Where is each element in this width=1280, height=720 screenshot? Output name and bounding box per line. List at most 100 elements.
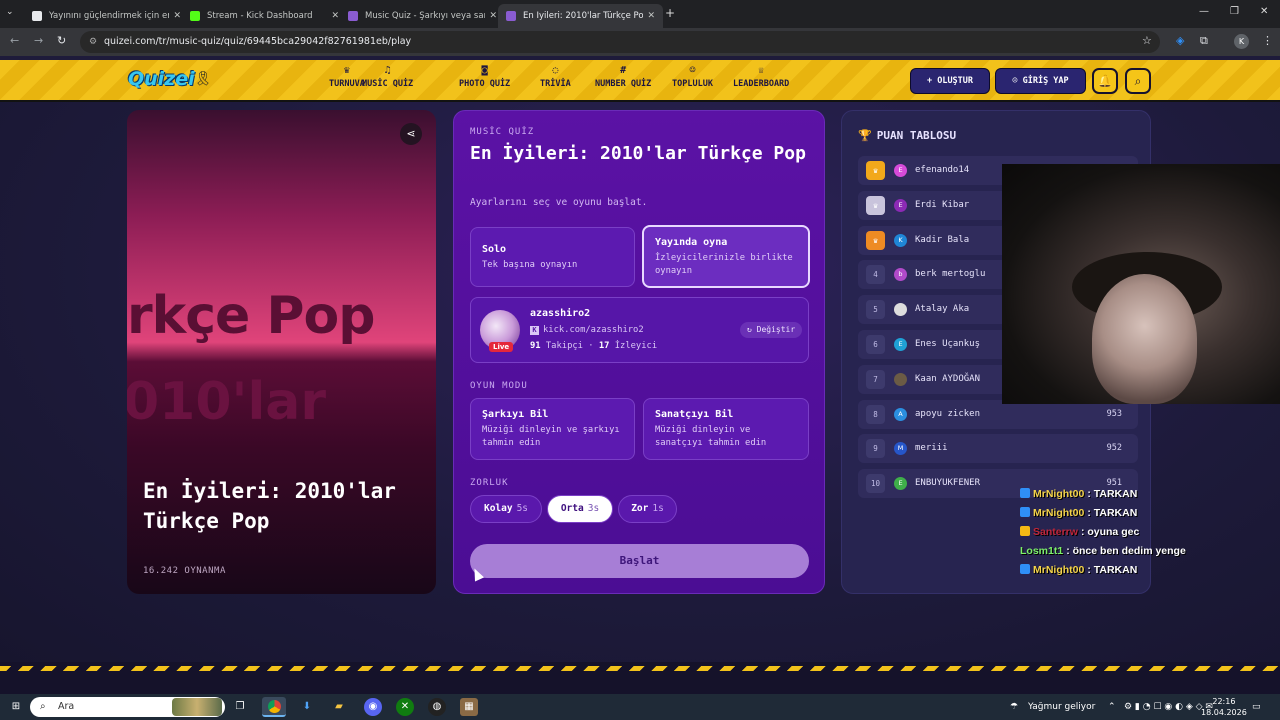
live-badge: Live (489, 342, 514, 352)
nav-trivia[interactable]: ◌ TRİVİA (540, 65, 571, 89)
restore-icon[interactable]: ❐ (1230, 6, 1239, 17)
app-icon[interactable]: ⬇ (298, 698, 316, 716)
ribbon-icon: 🎗 (194, 71, 212, 87)
mode-solo-option[interactable]: Solo Tek başına oynayın (470, 227, 635, 287)
site-info-icon[interactable]: ⚙ (89, 31, 97, 53)
page-footer-stripe (0, 662, 1280, 696)
nav-music-quiz[interactable]: ♫ MUSİC QUİZ (362, 65, 413, 89)
hash-icon: # (620, 65, 627, 76)
chat-message: Santerrw: oyuna gec (1020, 526, 1186, 545)
site-logo[interactable]: Quizei (128, 68, 195, 90)
nav-photo-quiz[interactable]: ◙ PHOTO QUİZ (459, 65, 510, 89)
extensions-puzzle-icon[interactable]: ⧉ (1200, 34, 1208, 48)
player-score: 951 (1106, 478, 1122, 489)
difficulty-hard[interactable]: Zor 1s (618, 495, 677, 523)
mode-stream-option[interactable]: Yayında oyna İzleyicilerinizle birlikte … (642, 225, 810, 288)
weather-text[interactable]: Yağmur geliyor (1028, 702, 1095, 712)
nav-topluluk[interactable]: ☺ TOPLULUK (672, 65, 713, 89)
player-avatar: E (894, 477, 907, 491)
start-button[interactable]: Başlat (470, 544, 809, 578)
chat-overlay: MrNight00: TARKAN MrNight00: TARKAN Santer… (1020, 488, 1186, 583)
notification-icon[interactable]: ▭ (1252, 702, 1261, 712)
player-name: Erdi Kibar (915, 199, 970, 210)
camera-icon: ◙ (481, 65, 488, 76)
chat-badge-icon (1020, 526, 1030, 536)
cover-title: En İyileri: 2010'lar Türkçe Pop (143, 479, 396, 533)
minimize-icon[interactable]: — (1199, 6, 1209, 17)
kick-favicon-icon (190, 11, 200, 21)
panel-subtitle: Ayarlarını seç ve oyunu başlat. (470, 197, 648, 208)
rank-medal-icon: ♛ (866, 230, 885, 250)
nav-number-quiz[interactable]: # NUMBER QUİZ (595, 65, 651, 89)
close-tab-icon[interactable]: ✕ (647, 11, 655, 21)
share-button[interactable]: ⋖ (400, 123, 422, 145)
profile-avatar[interactable]: K (1234, 34, 1249, 49)
cover-art-text: 010'lar (127, 372, 327, 432)
obs-icon[interactable]: ◍ (428, 698, 446, 716)
xbox-icon[interactable]: ✕ (396, 698, 414, 716)
browser-tab[interactable]: Stream - Kick Dashboard ✕ (182, 4, 347, 28)
difficulty-medium[interactable]: Orta 3s (547, 495, 613, 523)
player-avatar: M (894, 442, 907, 456)
player-score: 953 (1106, 408, 1122, 419)
task-view-icon[interactable]: ❐ (231, 698, 249, 716)
game-mode-artist-option[interactable]: Sanatçıyı Bil Müziği dinleyin ve sanatçı… (643, 398, 809, 460)
search-button[interactable]: ⌕ (1125, 68, 1151, 94)
chrome-icon[interactable] (262, 697, 286, 717)
file-explorer-icon[interactable]: ▰ (330, 698, 348, 716)
difficulty-label: ZORLUK (470, 478, 509, 488)
quiz-setup-panel: MUSİC QUİZ En İyileri: 2010'lar Türkçe P… (453, 110, 825, 594)
trophy-icon: ♛ (343, 65, 350, 76)
create-button[interactable]: + OLUŞTUR (910, 68, 990, 94)
login-button[interactable]: ☺ GİRİŞ YAP (995, 68, 1086, 94)
site-header: Quizei 🎗 ♛ TURNUVA ♫ MUSİC QUİZ ◙ PHOTO QUİ… (0, 60, 1280, 102)
difficulty-easy[interactable]: Kolay 5s (470, 495, 542, 523)
forward-icon[interactable]: → (34, 34, 43, 47)
taskbar-clock[interactable]: 22:16 18.04.2026 (1201, 696, 1247, 718)
chat-message: MrNight00: TARKAN (1020, 488, 1186, 507)
new-tab-button[interactable]: + (665, 6, 675, 20)
chat-message: MrNight00: TARKAN (1020, 507, 1186, 526)
rank-number: 10 (866, 474, 885, 494)
close-tab-icon[interactable]: ✕ (173, 11, 181, 21)
reload-icon[interactable]: ↻ (57, 34, 66, 47)
close-tab-icon[interactable]: ✕ (331, 11, 339, 21)
webcam-overlay (1002, 164, 1280, 404)
rank-number: 8 (866, 404, 885, 424)
tab-list-button[interactable]: ⌄ (6, 7, 14, 17)
back-icon[interactable]: ← (10, 34, 19, 47)
game-app-icon[interactable]: ▦ (460, 698, 478, 716)
tray-overflow-icon[interactable]: ⌃ (1108, 702, 1116, 712)
player-name: Atalay Aka (915, 304, 970, 315)
rank-number: 5 (866, 300, 885, 320)
menu-dots-icon[interactable]: ⋮ (1262, 34, 1273, 47)
panel-kicker: MUSİC QUİZ (470, 127, 535, 137)
browser-tab-active[interactable]: En İyileri: 2010'lar Türkçe Pop - ✕ (498, 4, 663, 28)
kick-icon: K (530, 326, 539, 335)
weather-icon[interactable]: ☂ (1010, 702, 1018, 712)
refresh-icon: ↻ (747, 325, 757, 334)
game-mode-song-option[interactable]: Şarkıyı Bil Müziği dinleyin ve şarkıyı t… (470, 398, 635, 460)
streamer-stats: 91 Takipçi · 17 İzleyici (530, 341, 658, 351)
close-window-icon[interactable]: ✕ (1260, 6, 1268, 17)
url-field[interactable]: ⚙ quizei.com/tr/music-quiz/quiz/69445bca… (80, 31, 1160, 53)
close-tab-icon[interactable]: ✕ (489, 11, 497, 21)
bookmark-star-icon[interactable]: ☆ (1142, 34, 1152, 47)
leaderboard-row: 9 Mmeriii 952 (858, 434, 1138, 464)
windows-start-icon[interactable]: ⊞ (7, 698, 25, 716)
nav-turnuva[interactable]: ♛ TURNUVA (329, 65, 365, 89)
extension-icon[interactable]: ◈ (1176, 34, 1184, 47)
browser-tab[interactable]: Yayınını güçlendirmek için en iyi✕ (24, 4, 189, 28)
player-name: efenando14 (915, 165, 970, 175)
player-avatar (894, 372, 907, 386)
change-streamer-button[interactable]: ↻ Değiştir (740, 322, 803, 338)
search-highlight-image (172, 698, 222, 716)
chat-text: : TARKAN (1087, 564, 1138, 576)
chat-message: MrNight00: TARKAN (1020, 564, 1186, 583)
nav-leaderboard[interactable]: ♕ LEADERBOARD (733, 65, 789, 89)
tray-app-icons[interactable]: ⚙ ▮ ◔ ☐ ◉ ◐ ◈ ◇ ✉ (1124, 702, 1213, 712)
notifications-button[interactable]: 🔔 (1092, 68, 1118, 94)
discord-icon[interactable]: ◉ (364, 698, 382, 716)
player-name: meriii (915, 443, 948, 454)
browser-tab[interactable]: Music Quiz - Şarkıyı veya sanatç✕ (340, 4, 505, 28)
